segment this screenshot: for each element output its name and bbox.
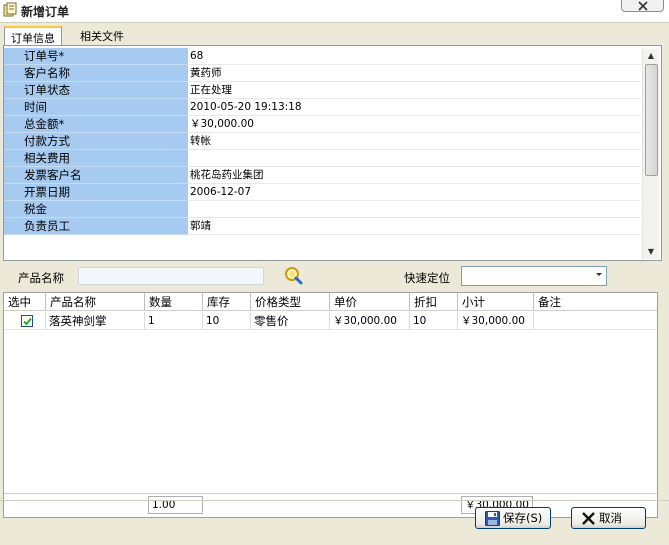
field-customer-name[interactable]: 客户名称 黄药师 (4, 65, 641, 82)
field-value[interactable]: 桃花岛药业集团 (190, 167, 640, 184)
field-value[interactable]: 2006-12-07 (190, 184, 640, 201)
product-name-input[interactable] (78, 267, 264, 285)
column-price-type[interactable]: 价格类型 (251, 293, 330, 311)
cell-subtotal[interactable]: ￥30,000.00 (458, 312, 534, 330)
close-icon (638, 1, 648, 11)
x-icon (581, 511, 596, 526)
search-button[interactable] (282, 265, 304, 287)
column-product-name[interactable]: 产品名称 (46, 293, 145, 311)
dialog-body: 订单信息 相关文件 订单号* 68 客户名称 黄药师 订单状态 正在处理 时间 … (0, 22, 669, 545)
field-value[interactable]: 郭靖 (190, 218, 640, 235)
field-total-amount[interactable]: 总金额* ￥30,000.00 (4, 116, 641, 133)
table-footer: 1.00 ￥30,000.00 (4, 493, 657, 517)
divider (0, 500, 669, 501)
tab-order-info[interactable]: 订单信息 (4, 26, 62, 45)
cell-price-type[interactable]: 零售价 (251, 312, 330, 330)
field-label: 订单状态 (4, 82, 188, 99)
checkmark-icon (23, 317, 32, 326)
field-value[interactable]: ￥30,000.00 (190, 116, 640, 133)
chevron-down-icon (596, 273, 602, 276)
column-unit-price[interactable]: 单价 (330, 293, 410, 311)
field-label: 开票日期 (4, 184, 188, 201)
cell-stock[interactable]: 10 (203, 312, 251, 330)
title-bar: 新增订单 (0, 0, 669, 22)
window-title: 新增订单 (21, 5, 70, 19)
cell-quantity[interactable]: 1 (145, 312, 203, 330)
field-order-number[interactable]: 订单号* 68 (4, 48, 641, 65)
field-value[interactable]: 正在处理 (190, 82, 640, 99)
grid-scrollbar[interactable]: ▲ ▼ (642, 49, 659, 259)
save-button[interactable]: 保存(S) (475, 507, 551, 529)
field-value[interactable] (190, 150, 640, 167)
column-quantity[interactable]: 数量 (145, 293, 203, 311)
field-value[interactable]: 68 (190, 48, 640, 65)
field-value[interactable]: 转帐 (190, 133, 640, 150)
table-header: 选中 产品名称 数量 库存 价格类型 单价 折扣 小计 备注 (4, 293, 657, 311)
field-value[interactable]: 2010-05-20 19:13:18 (190, 99, 640, 116)
row-checkbox[interactable] (21, 315, 33, 327)
field-label: 付款方式 (4, 133, 188, 150)
field-invoice-date[interactable]: 开票日期 2006-12-07 (4, 184, 641, 201)
order-property-grid: 订单号* 68 客户名称 黄药师 订单状态 正在处理 时间 2010-05-20… (4, 48, 641, 260)
field-order-status[interactable]: 订单状态 正在处理 (4, 82, 641, 99)
quick-locate-label: 快速定位 (404, 271, 450, 285)
column-note[interactable]: 备注 (534, 293, 657, 311)
quantity-total: 1.00 (148, 496, 203, 514)
tab-related-files[interactable]: 相关文件 (74, 26, 130, 45)
column-selected[interactable]: 选中 (4, 293, 46, 311)
field-related-fees[interactable]: 相关费用 (4, 150, 641, 167)
scroll-up-icon[interactable]: ▲ (643, 49, 659, 63)
field-tax[interactable]: 税金 (4, 201, 641, 218)
close-button[interactable] (621, 0, 664, 12)
field-value[interactable]: 黄药师 (190, 65, 640, 82)
field-label: 相关费用 (4, 150, 188, 167)
field-label: 税金 (4, 201, 188, 218)
field-value[interactable] (190, 201, 640, 218)
column-subtotal[interactable]: 小计 (458, 293, 534, 311)
document-app-icon (2, 2, 18, 18)
field-label: 发票客户名 (4, 167, 188, 184)
field-time[interactable]: 时间 2010-05-20 19:13:18 (4, 99, 641, 116)
scroll-down-icon[interactable]: ▼ (643, 245, 659, 259)
table-row[interactable]: 落英神剑掌 1 10 零售价 ￥30,000.00 10 ￥30,000.00 (4, 312, 657, 330)
floppy-disk-icon (485, 511, 500, 526)
cell-note[interactable] (534, 312, 657, 330)
product-table: 选中 产品名称 数量 库存 价格类型 单价 折扣 小计 备注 落英神剑掌 1 1… (3, 292, 658, 518)
field-label: 时间 (4, 99, 188, 116)
field-payment-method[interactable]: 付款方式 转帐 (4, 133, 641, 150)
product-name-label: 产品名称 (18, 271, 64, 285)
field-responsible-employee[interactable]: 负责员工 郭靖 (4, 218, 641, 235)
save-button-label: 保存(S) (503, 511, 543, 525)
field-label: 客户名称 (4, 65, 188, 82)
cell-unit-price[interactable]: ￥30,000.00 (330, 312, 410, 330)
field-label: 订单号* (4, 48, 188, 65)
quick-locate-select[interactable] (461, 266, 607, 286)
search-icon (285, 267, 303, 285)
scroll-thumb[interactable] (645, 64, 658, 176)
cancel-button-label: 取消 (599, 511, 622, 525)
column-stock[interactable]: 库存 (203, 293, 251, 311)
cancel-button[interactable]: 取消 (571, 507, 646, 529)
cell-product-name[interactable]: 落英神剑掌 (46, 312, 145, 330)
field-label: 总金额* (4, 116, 188, 133)
column-discount[interactable]: 折扣 (410, 293, 458, 311)
cell-selected[interactable] (4, 312, 46, 330)
cell-discount[interactable]: 10 (410, 312, 458, 330)
field-invoice-customer[interactable]: 发票客户名 桃花岛药业集团 (4, 167, 641, 184)
field-label: 负责员工 (4, 218, 188, 235)
